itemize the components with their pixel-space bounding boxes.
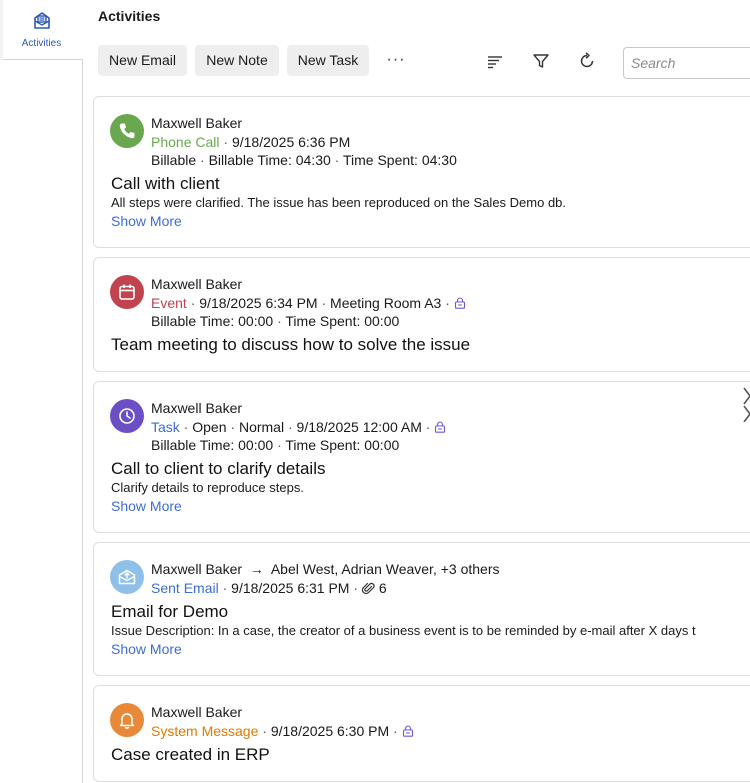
lock-icon [435, 421, 446, 433]
billable-time: Billable Time: 00:00 [151, 437, 274, 453]
activity-type: Sent Email [151, 580, 219, 596]
clock-icon [119, 408, 135, 424]
activity-subject: Email for Demo [111, 602, 229, 621]
activity-subject: Call to client to clarify details [111, 459, 326, 478]
email-recipients[interactable]: Abel West, Adrian Weaver, +3 others [271, 561, 500, 577]
activity-date: 9/18/2025 6:34 PM [199, 295, 318, 311]
activity-type: Phone Call [151, 134, 220, 150]
new-task-button[interactable]: New Task [287, 45, 369, 76]
activities-tab-label: Activities [21, 38, 62, 49]
phone-icon [119, 123, 135, 139]
activity-body: Issue Description: In a case, the creato… [111, 623, 696, 638]
separator: · [200, 152, 209, 168]
page-title: Activities [98, 8, 161, 24]
attachment-count: 6 [378, 580, 387, 596]
sort-icon[interactable] [485, 51, 505, 71]
activity-date: 9/18/2025 6:31 PM [231, 580, 350, 596]
bell-icon [119, 713, 135, 729]
author-name: Maxwell Baker [151, 400, 243, 416]
activities-tab[interactable]: Activities [0, 0, 83, 60]
system-message-avatar [110, 703, 144, 737]
time-spent: Time Spent: 00:00 [285, 313, 400, 329]
phone-call-avatar [110, 114, 144, 148]
activity-info: System Message · 9/18/2025 6:30 PM · [151, 723, 414, 739]
activity-type: Event [151, 295, 187, 311]
author-name: Maxwell Baker [151, 276, 243, 292]
activity-info: Event · 9/18/2025 6:34 PM · Meeting Room… [151, 295, 466, 311]
event-avatar [110, 275, 144, 309]
new-email-button[interactable]: New Email [98, 45, 187, 76]
activity-card[interactable]: Maxwell Baker Phone Call · 9/18/2025 6:3… [93, 96, 750, 248]
activity-type: Task [151, 419, 180, 435]
activity-info: Sent Email · 9/18/2025 6:31 PM · 6 [151, 580, 387, 596]
activity-subject: Call with client [111, 174, 220, 193]
activity-body: All steps were clarified. The issue has … [111, 195, 567, 210]
author-name: Maxwell Baker [151, 704, 243, 720]
show-more-link[interactable]: Show More [111, 213, 182, 229]
separator: · [262, 723, 271, 739]
activity-info: Task · Open · Normal · 9/18/2025 12:00 A… [151, 419, 446, 435]
separator: · [222, 580, 232, 596]
arrow-right-icon: → [245, 561, 268, 577]
billable-time: Billable Time: 00:00 [151, 313, 274, 329]
separator: · [445, 295, 454, 311]
refresh-icon[interactable] [577, 51, 597, 71]
activity-card[interactable]: Maxwell Baker Event · 9/18/2025 6:34 PM … [93, 257, 750, 372]
chevron-right-icon[interactable] [742, 386, 750, 422]
separator: · [393, 723, 402, 739]
activities-icon [34, 12, 50, 29]
calendar-icon [119, 284, 135, 300]
tab-indicator [0, 0, 3, 60]
author-name: Maxwell Baker [151, 561, 243, 577]
new-note-button[interactable]: New Note [195, 45, 279, 76]
activity-date: 9/18/2025 12:00 AM [296, 419, 422, 435]
billable-time: Billable Time: 04:30 [208, 152, 331, 168]
separator: · [321, 295, 331, 311]
activity-card[interactable]: Maxwell Baker → Abel West, Adrian Weaver… [93, 542, 750, 676]
author-name: Maxwell Baker [151, 115, 243, 131]
activity-location: Meeting Room A3 [330, 295, 442, 311]
task-avatar [110, 399, 144, 433]
activity-subject: Team meeting to discuss how to solve the… [111, 335, 471, 354]
filter-icon[interactable] [531, 51, 551, 71]
separator: · [334, 152, 343, 168]
separator: · [190, 295, 200, 311]
time-info: Billable · Billable Time: 04:30 · Time S… [151, 152, 457, 168]
activity-body: Clarify details to reproduce steps. [111, 480, 304, 495]
separator: · [353, 580, 362, 596]
search-input[interactable]: Search [623, 47, 750, 79]
separator: · [287, 419, 297, 435]
side-navigation: Activities [0, 0, 83, 783]
sent-email-icon [118, 569, 136, 585]
more-actions-button[interactable]: ··· [383, 49, 409, 73]
separator: · [223, 134, 232, 150]
task-status: Open [192, 419, 227, 435]
lock-icon [402, 725, 413, 737]
activity-info: Phone Call · 9/18/2025 6:36 PM [151, 134, 350, 150]
time-info: Billable Time: 00:00 · Time Spent: 00:00 [151, 437, 399, 453]
separator: · [183, 419, 193, 435]
separator: · [425, 419, 435, 435]
lock-icon [454, 297, 465, 309]
time-spent: Time Spent: 00:00 [285, 437, 400, 453]
attachment-icon [361, 582, 375, 595]
activity-card[interactable]: Maxwell Baker Task · Open · Normal · 9/1… [93, 381, 750, 533]
show-more-link[interactable]: Show More [111, 498, 182, 514]
activity-type: System Message [151, 723, 259, 739]
activity-date: 9/18/2025 6:36 PM [231, 134, 351, 150]
time-spent: Time Spent: 04:30 [342, 152, 457, 168]
separator: · [230, 419, 239, 435]
show-more-link[interactable]: Show More [111, 641, 182, 657]
activity-subject: Case created in ERP [111, 745, 270, 764]
activity-card[interactable]: Maxwell Baker System Message · 9/18/2025… [93, 685, 750, 782]
billable-label: Billable [151, 152, 197, 168]
activity-date: 9/18/2025 6:30 PM [270, 723, 390, 739]
email-avatar [110, 560, 144, 594]
email-participants: Maxwell Baker → Abel West, Adrian Weaver… [151, 561, 500, 577]
task-priority: Normal [238, 419, 285, 435]
time-info: Billable Time: 00:00 · Time Spent: 00:00 [151, 313, 399, 329]
